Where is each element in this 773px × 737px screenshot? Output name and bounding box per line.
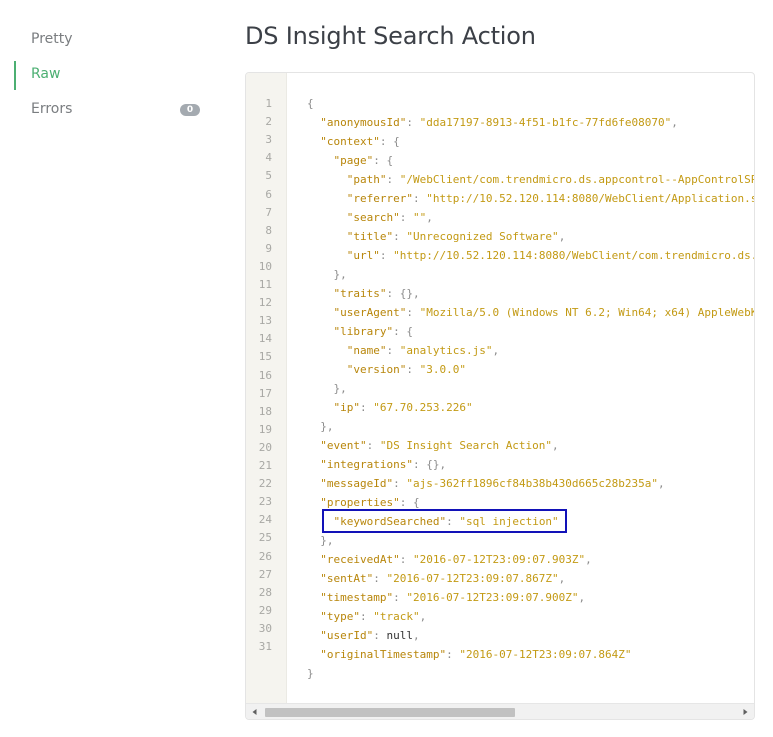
- code-line: },: [320, 534, 334, 547]
- code-line: },: [333, 268, 347, 281]
- code-line: "context": {: [320, 135, 400, 148]
- code-line: "userAgent": "Mozilla/5.0 (Windows NT 6.…: [333, 306, 755, 319]
- horizontal-scrollbar[interactable]: [246, 703, 754, 719]
- nav-item-errors[interactable]: Errors: [31, 101, 72, 117]
- active-indicator: [14, 61, 16, 90]
- code-line: "userId": null,: [320, 629, 420, 642]
- code-line: },: [320, 420, 334, 433]
- page-title: DS Insight Search Action: [245, 22, 536, 50]
- code-line: "event": "DS Insight Search Action",: [320, 439, 559, 452]
- code-line: "properties": {: [320, 496, 420, 509]
- nav-item-raw[interactable]: Raw: [31, 66, 60, 82]
- sidebar: Pretty Raw Errors 0: [0, 0, 215, 737]
- code-line: "url": "http://10.52.120.114:8080/WebCli…: [346, 249, 755, 262]
- code-line: "page": {: [333, 154, 394, 167]
- errors-count-badge: 0: [180, 104, 200, 116]
- code-line: "version": "3.0.0": [346, 363, 466, 376]
- code-line: "originalTimestamp": "2016-07-12T23:09:0…: [320, 648, 632, 661]
- json-code-view[interactable]: { "anonymousId": "dda17197-8913-4f51-b1f…: [246, 73, 754, 703]
- code-line: "type": "track",: [320, 610, 427, 623]
- code-line: }: [307, 667, 314, 680]
- code-line: "search": "",: [346, 211, 433, 224]
- code-line: "library": {: [333, 325, 413, 338]
- code-line: "receivedAt": "2016-07-12T23:09:07.903Z"…: [320, 553, 592, 566]
- scrollbar-thumb[interactable]: [265, 708, 515, 717]
- code-line: {: [307, 97, 314, 110]
- raw-json-panel: 1 2 3 4 5 6 7 8 9 10 11 12 13 14 15 16 17 18 19 20 21 22 23 24 2…: [245, 72, 755, 720]
- code-line: "referrer": "http://10.52.120.114:8080/W…: [346, 192, 755, 205]
- code-line: "path": "/WebClient/com.trendmicro.ds.ap…: [346, 173, 755, 186]
- code-line: "anonymousId": "dda17197-8913-4f51-b1fc-…: [320, 116, 678, 129]
- nav-item-pretty[interactable]: Pretty: [31, 31, 73, 47]
- keyword-highlight-box: [322, 509, 567, 533]
- code-line: "messageId": "ajs-362ff1896cf84b38b430d6…: [320, 477, 665, 490]
- code-line: "name": "analytics.js",: [346, 344, 500, 357]
- chevron-left-icon[interactable]: [250, 707, 260, 717]
- chevron-right-icon[interactable]: [740, 707, 750, 717]
- code-line: "timestamp": "2016-07-12T23:09:07.900Z",: [320, 591, 586, 604]
- code-line: },: [333, 382, 347, 395]
- code-line: "title": "Unrecognized Software",: [346, 230, 566, 243]
- code-line: "traits": {},: [333, 287, 420, 300]
- code-line: "ip": "67.70.253.226": [333, 401, 473, 414]
- code-line: "sentAt": "2016-07-12T23:09:07.867Z",: [320, 572, 566, 585]
- code-line: "integrations": {},: [320, 458, 447, 471]
